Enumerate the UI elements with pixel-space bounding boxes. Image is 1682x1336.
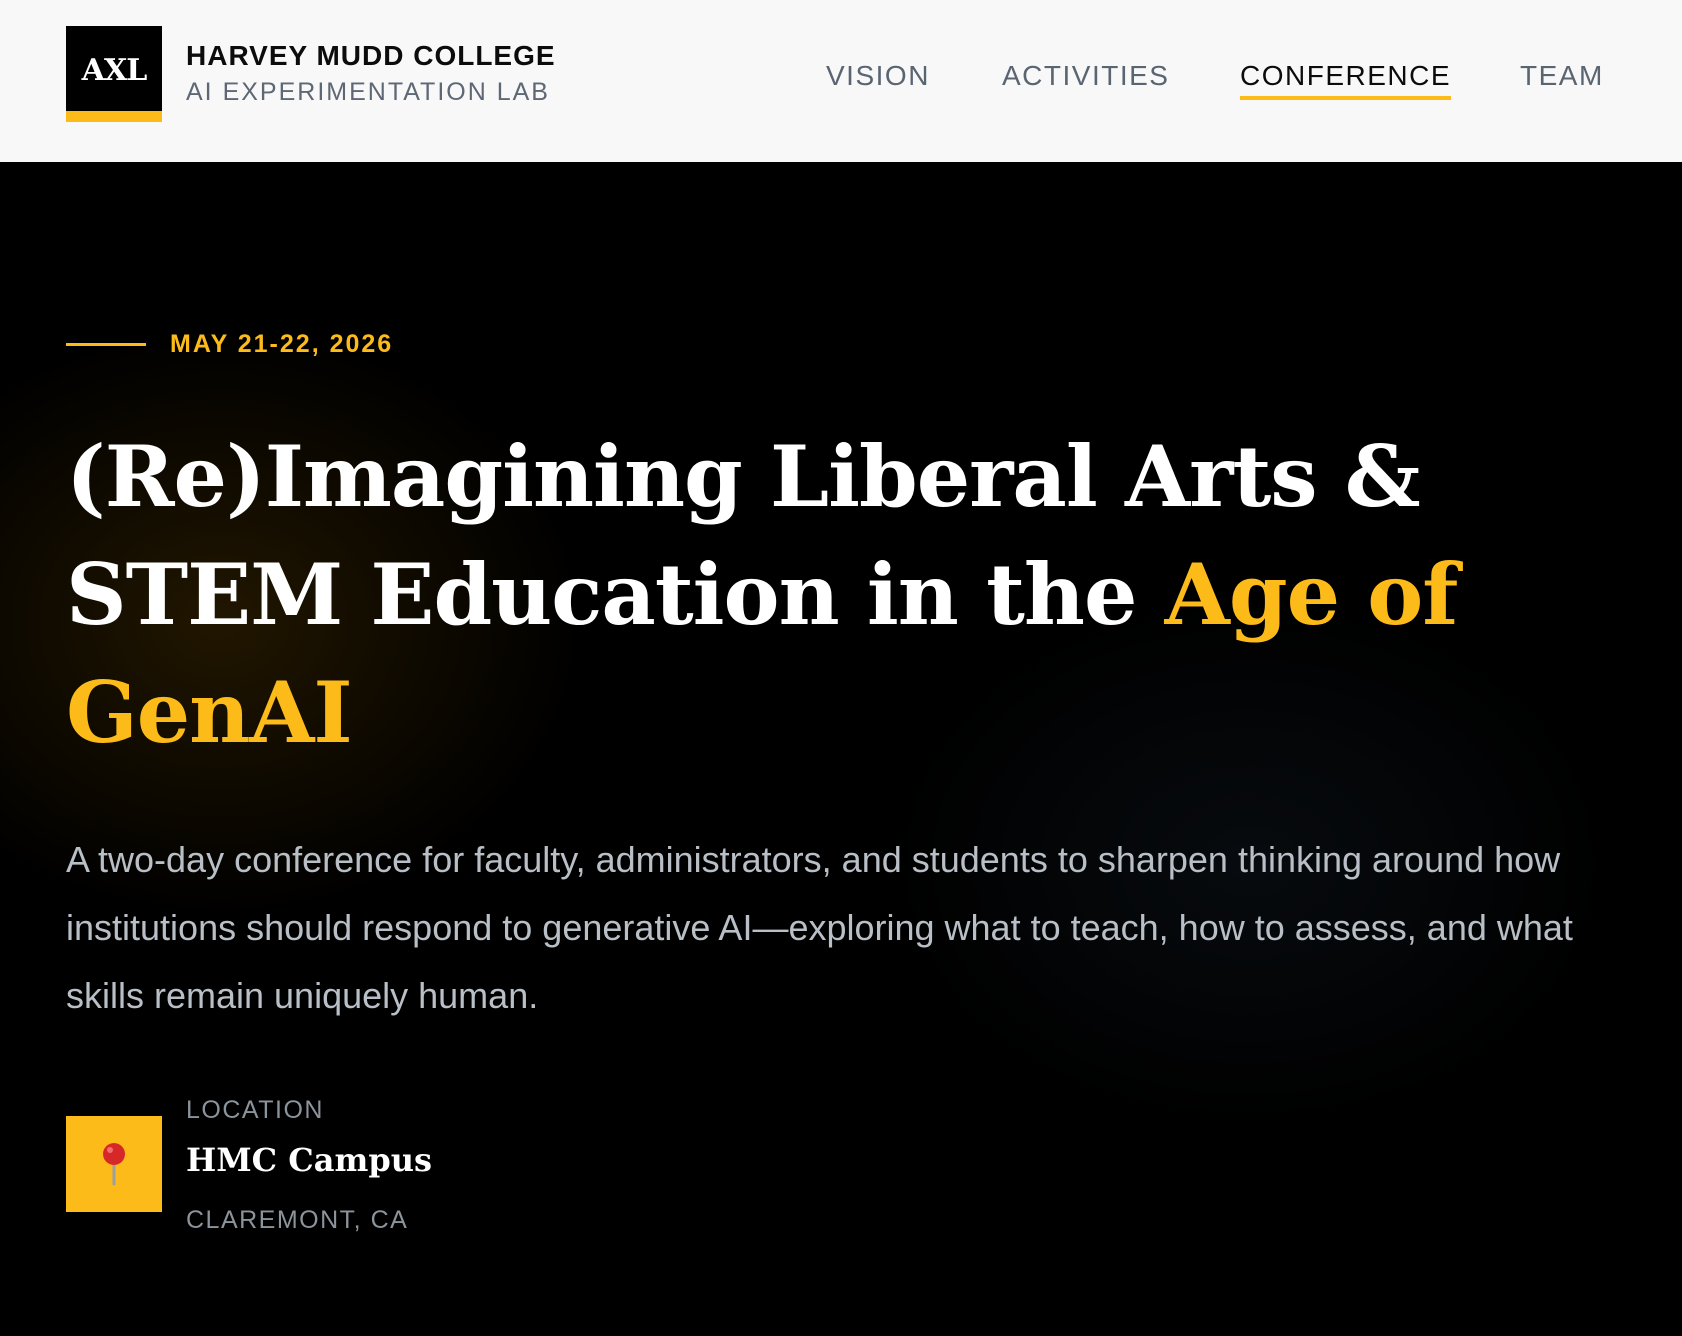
- location-name: HMC Campus: [186, 1141, 432, 1179]
- nav-conference[interactable]: CONFERENCE: [1240, 60, 1452, 100]
- conference-hero: MAY 21-22, 2026 (Re)Imagining Liberal Ar…: [0, 162, 1682, 1336]
- nav-team[interactable]: TEAM: [1520, 62, 1604, 90]
- active-nav-underline: [1240, 96, 1452, 100]
- nav-activities[interactable]: ACTIVITIES: [1002, 62, 1169, 90]
- brand-title[interactable]: HARVEY MUDD COLLEGE: [186, 42, 556, 70]
- conference-title: (Re)Imagining Liberal Arts & STEM Educat…: [66, 418, 1486, 772]
- axl-logo[interactable]: AXL: [66, 26, 162, 122]
- logo-text: AXL: [81, 53, 148, 88]
- nav-vision[interactable]: VISION: [826, 62, 930, 90]
- conference-description: A two-day conference for faculty, admini…: [66, 839, 1573, 1016]
- location-city: CLAREMONT, CA: [186, 1206, 409, 1234]
- logo-stripe: [66, 111, 162, 122]
- site-header: AXL HARVEY MUDD COLLEGE AI EXPERIMENTATI…: [0, 0, 1682, 162]
- location-icon-box: [66, 1116, 162, 1212]
- nav-conference-label: CONFERENCE: [1240, 60, 1452, 91]
- map-pin-icon: [103, 1143, 125, 1186]
- date-accent-line: [66, 343, 146, 346]
- location-label: LOCATION: [186, 1096, 324, 1124]
- brand-subtitle[interactable]: AI EXPERIMENTATION LAB: [186, 80, 550, 105]
- conference-date: MAY 21-22, 2026: [170, 330, 394, 358]
